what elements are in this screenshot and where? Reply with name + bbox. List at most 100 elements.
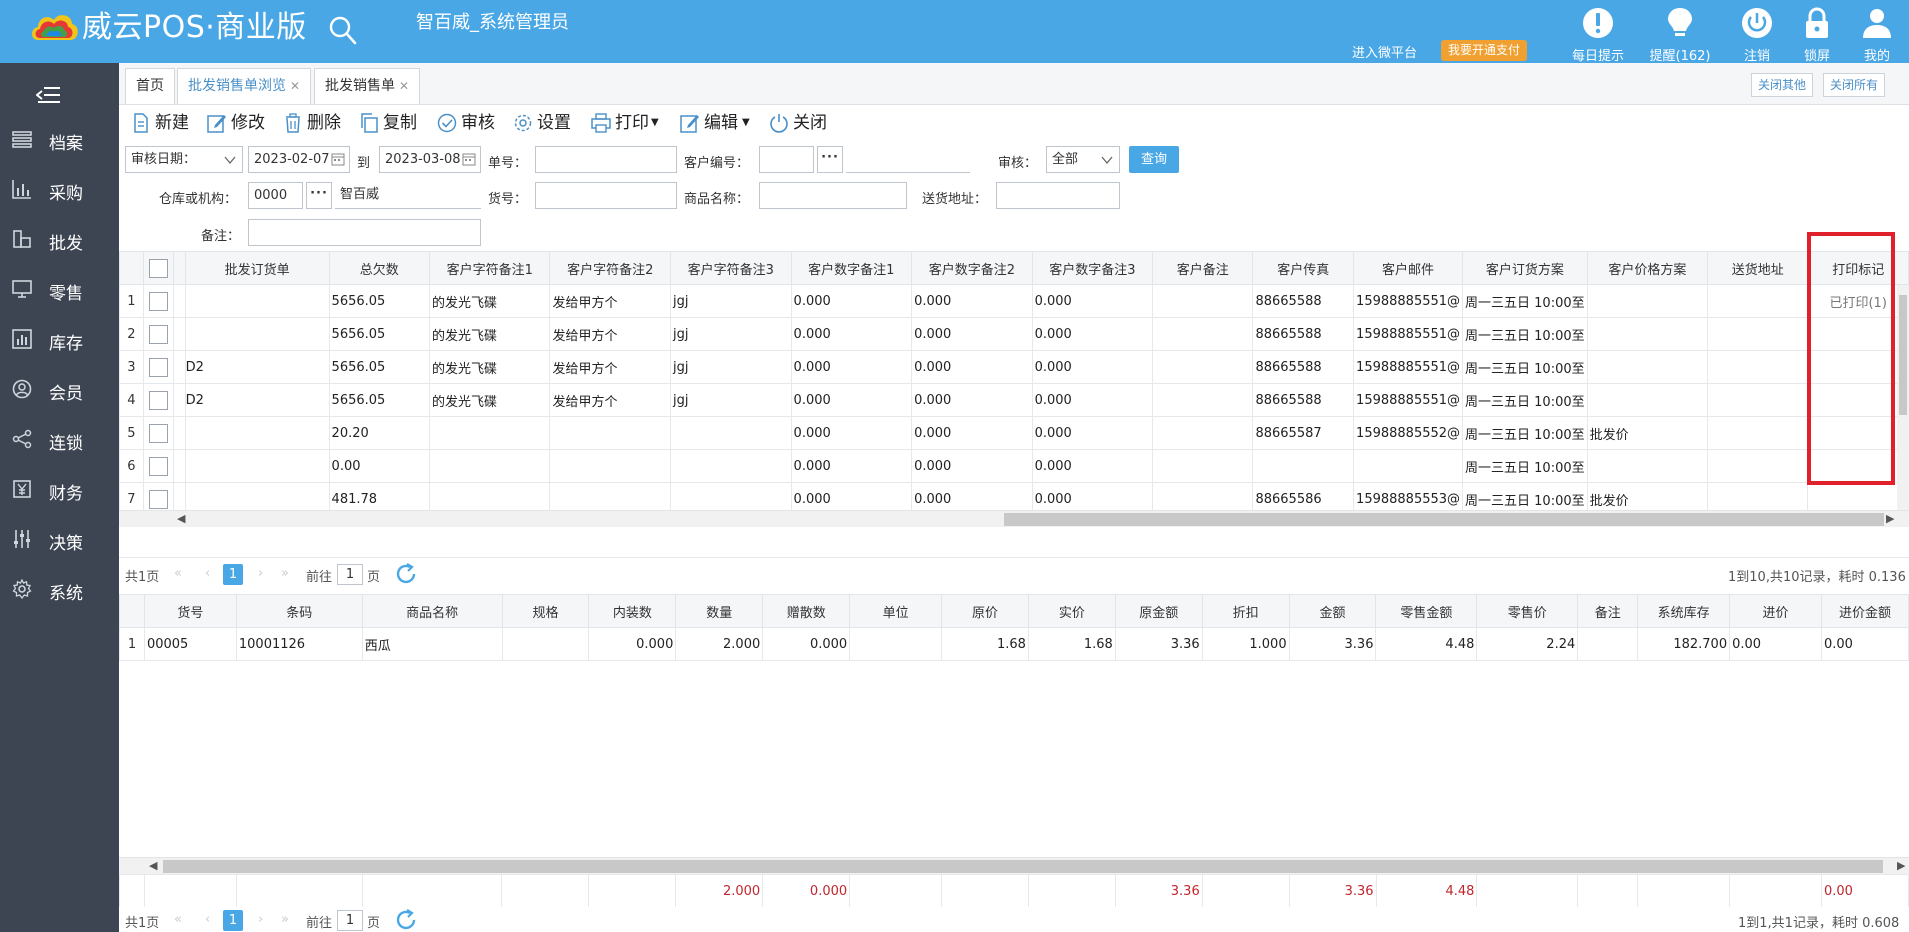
- column-header[interactable]: 实价: [1027, 594, 1116, 628]
- cell-fax[interactable]: 88665588: [1252, 284, 1355, 318]
- cell-plan[interactable]: 周一三五日 10:00至: [1462, 284, 1588, 318]
- tab-wholesale-browse[interactable]: 批发销售单浏览 ✕: [177, 68, 312, 104]
- column-header[interactable]: 客户传真: [1252, 251, 1355, 285]
- cell-d3[interactable]: 0.000: [1031, 482, 1154, 511]
- column-header[interactable]: 备注: [1577, 594, 1639, 628]
- cell-inner[interactable]: 0.000: [588, 627, 677, 661]
- date-to-input[interactable]: 2023-03-08: [379, 146, 481, 173]
- item-no-input[interactable]: [535, 182, 677, 209]
- refresh-icon[interactable]: [394, 908, 418, 932]
- cell-d2[interactable]: 0.000: [911, 317, 1033, 351]
- cell-addr[interactable]: [1707, 416, 1809, 450]
- column-header[interactable]: 客户字符备注3: [670, 251, 792, 285]
- cell-c1[interactable]: [428, 416, 551, 450]
- column-header[interactable]: 客户备注: [1152, 251, 1254, 285]
- column-header[interactable]: 规格: [501, 594, 590, 628]
- cell-order[interactable]: [184, 317, 330, 351]
- cell-memo[interactable]: [1152, 482, 1254, 511]
- column-header[interactable]: 赠散数: [762, 594, 851, 628]
- cell-plan[interactable]: 周一三五日 10:00至: [1462, 482, 1588, 511]
- cell-d2[interactable]: 0.000: [911, 284, 1033, 318]
- scroll-left-icon[interactable]: ◀: [149, 859, 157, 872]
- cell-owed[interactable]: 5656.05: [328, 383, 430, 417]
- detail-grid-horizontal-scrollbar[interactable]: ◀ ▶: [119, 857, 1909, 874]
- cell-d1[interactable]: 0.000: [790, 284, 913, 318]
- column-header[interactable]: 送货地址: [1707, 251, 1809, 285]
- new-button[interactable]: 新建: [131, 110, 211, 136]
- logout-button[interactable]: 注销: [1725, 4, 1789, 64]
- tab-home[interactable]: 首页: [125, 68, 175, 104]
- cell-d1[interactable]: 0.000: [790, 449, 913, 483]
- cell-addr[interactable]: [1707, 482, 1809, 511]
- cell-barcode[interactable]: 10001126: [235, 627, 363, 661]
- cell-c3[interactable]: jgj: [670, 284, 792, 318]
- cell-d3[interactable]: 0.000: [1031, 284, 1154, 318]
- sidebar-item-archive[interactable]: 档案: [0, 115, 119, 165]
- cell-c3[interactable]: [670, 449, 792, 483]
- cell-mail[interactable]: [1353, 449, 1464, 483]
- column-header[interactable]: 零售金额: [1375, 594, 1478, 628]
- cell-amt[interactable]: 3.36: [1288, 627, 1377, 661]
- cell-addr[interactable]: [1707, 284, 1809, 318]
- cell-d3[interactable]: 0.000: [1031, 383, 1154, 417]
- cell-addr[interactable]: [1707, 449, 1809, 483]
- calendar-icon[interactable]: [462, 152, 476, 166]
- cell-disc[interactable]: 1.000: [1201, 627, 1290, 661]
- micro-platform-link[interactable]: 进入微平台: [1352, 42, 1417, 61]
- cell-memo[interactable]: [1152, 284, 1254, 318]
- daily-tip-button[interactable]: 每日提示: [1566, 4, 1630, 64]
- cell-print[interactable]: [1807, 482, 1909, 511]
- close-button[interactable]: 关闭: [769, 110, 849, 136]
- cell-d1[interactable]: 0.000: [790, 317, 913, 351]
- column-header[interactable]: 客户字符备注2: [549, 251, 672, 285]
- column-header[interactable]: 商品名称: [361, 594, 503, 628]
- cell-c2[interactable]: [549, 449, 672, 483]
- sidebar-item-member[interactable]: 会员: [0, 365, 119, 415]
- close-all-button[interactable]: 关闭所有: [1823, 73, 1886, 97]
- search-icon[interactable]: [328, 14, 358, 46]
- cell-print[interactable]: [1807, 317, 1909, 351]
- column-header[interactable]: 内装数: [588, 594, 677, 628]
- cell-price[interactable]: 批发价: [1586, 482, 1709, 511]
- cell-c2[interactable]: [549, 482, 672, 511]
- column-header[interactable]: 客户数字备注1: [790, 251, 913, 285]
- collapse-menu-icon[interactable]: [36, 85, 62, 105]
- table-row[interactable]: 4 D2 5656.05 的发光飞碟 发给甲方个 jgj 0.000 0.000 0.000 88…: [119, 383, 1909, 417]
- column-header[interactable]: 进价金额: [1820, 594, 1909, 628]
- cell-fax[interactable]: 88665588: [1252, 350, 1355, 384]
- column-header[interactable]: 客户字符备注1: [428, 251, 551, 285]
- row-checkbox[interactable]: [148, 390, 168, 410]
- cell-plan[interactable]: 周一三五日 10:00至: [1462, 350, 1588, 384]
- main-grid-horizontal-thumb[interactable]: [1004, 513, 1884, 526]
- cell-c2[interactable]: [549, 416, 672, 450]
- cell-c3[interactable]: jgj: [670, 317, 792, 351]
- cell-price[interactable]: [1586, 284, 1709, 318]
- main-grid-horizontal-scrollbar[interactable]: ◀ ▶: [119, 510, 1909, 527]
- item-name-input[interactable]: [759, 182, 907, 209]
- column-header[interactable]: 批发订货单: [184, 251, 330, 285]
- sidebar-item-finance[interactable]: 财务: [0, 465, 119, 515]
- next-page-icon[interactable]: ›: [258, 566, 263, 581]
- date-from-input[interactable]: 2023-02-07: [248, 146, 350, 173]
- column-header[interactable]: 客户订货方案: [1462, 251, 1588, 285]
- column-header[interactable]: 打印标记: [1807, 251, 1909, 285]
- cell-c1[interactable]: 的发光飞碟: [428, 317, 551, 351]
- first-page-icon[interactable]: «: [174, 566, 182, 581]
- cell-retail_price[interactable]: 2.24: [1476, 627, 1579, 661]
- refresh-icon[interactable]: [394, 562, 418, 586]
- cell-order[interactable]: D2: [184, 383, 330, 417]
- cell-owed[interactable]: 5656.05: [328, 317, 430, 351]
- audit-button[interactable]: 审核: [437, 110, 517, 136]
- cell-mail[interactable]: 15988885551@: [1353, 317, 1464, 351]
- cell-d2[interactable]: 0.000: [911, 482, 1033, 511]
- cell-memo[interactable]: [1152, 317, 1254, 351]
- lock-screen-button[interactable]: 锁屏: [1785, 4, 1849, 64]
- cell-c3[interactable]: [670, 416, 792, 450]
- current-page[interactable]: 1: [223, 910, 243, 931]
- column-header[interactable]: 数量: [675, 594, 764, 628]
- cell-d2[interactable]: 0.000: [911, 449, 1033, 483]
- edit-button[interactable]: 修改: [207, 110, 287, 136]
- remark-input[interactable]: [248, 219, 481, 246]
- cell-c3[interactable]: jgj: [670, 383, 792, 417]
- cell-d3[interactable]: 0.000: [1031, 317, 1154, 351]
